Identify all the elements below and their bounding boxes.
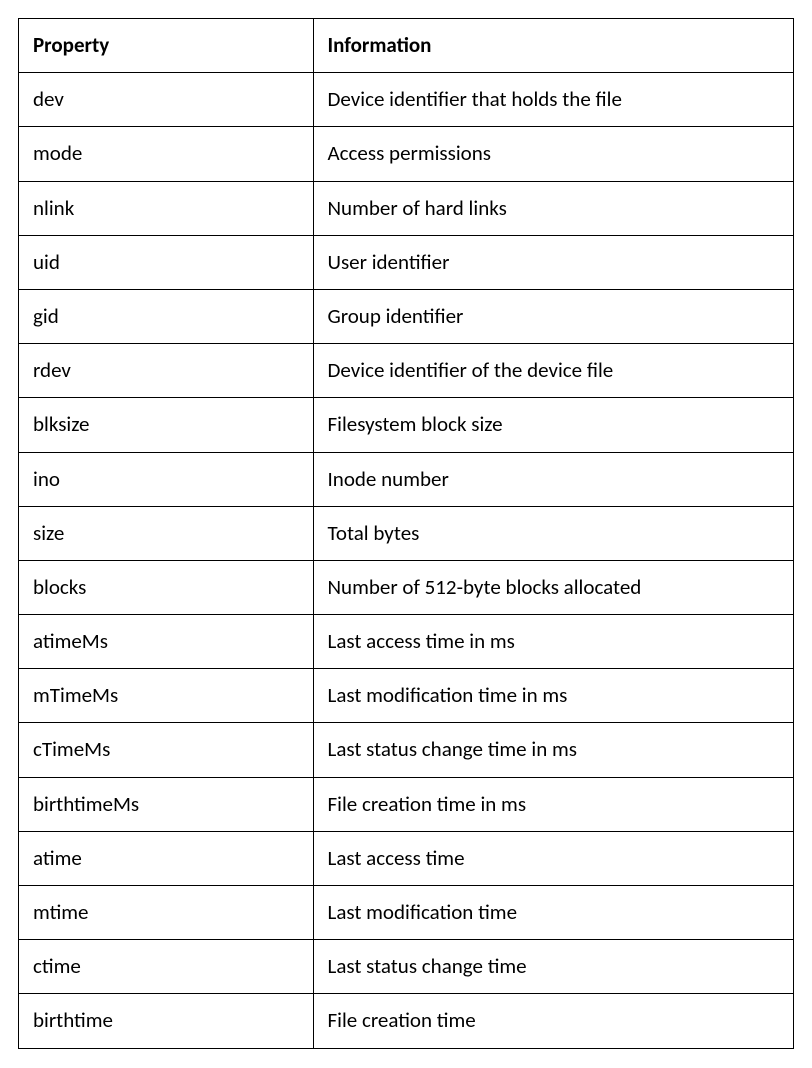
table-row: blocks Number of 512-byte blocks allocat… <box>19 560 794 614</box>
table-row: atimeMs Last access time in ms <box>19 615 794 669</box>
table-row: mTimeMs Last modification time in ms <box>19 669 794 723</box>
cell-property: blocks <box>19 560 314 614</box>
cell-property: uid <box>19 235 314 289</box>
properties-table: Property Information dev Device identifi… <box>18 18 794 1049</box>
table-row: dev Device identifier that holds the fil… <box>19 73 794 127</box>
table-row: rdev Device identifier of the device fil… <box>19 344 794 398</box>
cell-property: atime <box>19 831 314 885</box>
cell-property: mTimeMs <box>19 669 314 723</box>
cell-information: Last modification time in ms <box>313 669 794 723</box>
cell-information: Last access time in ms <box>313 615 794 669</box>
cell-property: birthtimeMs <box>19 777 314 831</box>
cell-property: ctime <box>19 940 314 994</box>
cell-information: File creation time in ms <box>313 777 794 831</box>
table-row: nlink Number of hard links <box>19 181 794 235</box>
cell-property: mtime <box>19 886 314 940</box>
cell-information: Device identifier of the device file <box>313 344 794 398</box>
cell-information: Group identifier <box>313 289 794 343</box>
table-row: ino Inode number <box>19 452 794 506</box>
cell-information: User identifier <box>313 235 794 289</box>
cell-information: Total bytes <box>313 506 794 560</box>
table-header-row: Property Information <box>19 19 794 73</box>
cell-property: rdev <box>19 344 314 398</box>
table-row: mtime Last modification time <box>19 886 794 940</box>
cell-property: gid <box>19 289 314 343</box>
table-row: uid User identifier <box>19 235 794 289</box>
cell-property: atimeMs <box>19 615 314 669</box>
cell-property: nlink <box>19 181 314 235</box>
cell-information: Last modification time <box>313 886 794 940</box>
header-information: Information <box>313 19 794 73</box>
cell-property: mode <box>19 127 314 181</box>
cell-information: File creation time <box>313 994 794 1048</box>
cell-property: ino <box>19 452 314 506</box>
cell-information: Last access time <box>313 831 794 885</box>
cell-information: Last status change time <box>313 940 794 994</box>
cell-information: Inode number <box>313 452 794 506</box>
cell-information: Last status change time in ms <box>313 723 794 777</box>
cell-information: Number of 512-byte blocks allocated <box>313 560 794 614</box>
table-row: cTimeMs Last status change time in ms <box>19 723 794 777</box>
table-row: atime Last access time <box>19 831 794 885</box>
cell-property: birthtime <box>19 994 314 1048</box>
table-row: blksize Filesystem block size <box>19 398 794 452</box>
cell-property: blksize <box>19 398 314 452</box>
header-property: Property <box>19 19 314 73</box>
table-row: ctime Last status change time <box>19 940 794 994</box>
table-row: birthtimeMs File creation time in ms <box>19 777 794 831</box>
cell-information: Device identifier that holds the file <box>313 73 794 127</box>
cell-information: Access permissions <box>313 127 794 181</box>
cell-property: dev <box>19 73 314 127</box>
cell-property: size <box>19 506 314 560</box>
table-row: size Total bytes <box>19 506 794 560</box>
table-row: mode Access permissions <box>19 127 794 181</box>
table-row: birthtime File creation time <box>19 994 794 1048</box>
cell-information: Filesystem block size <box>313 398 794 452</box>
cell-information: Number of hard links <box>313 181 794 235</box>
cell-property: cTimeMs <box>19 723 314 777</box>
table-row: gid Group identifier <box>19 289 794 343</box>
